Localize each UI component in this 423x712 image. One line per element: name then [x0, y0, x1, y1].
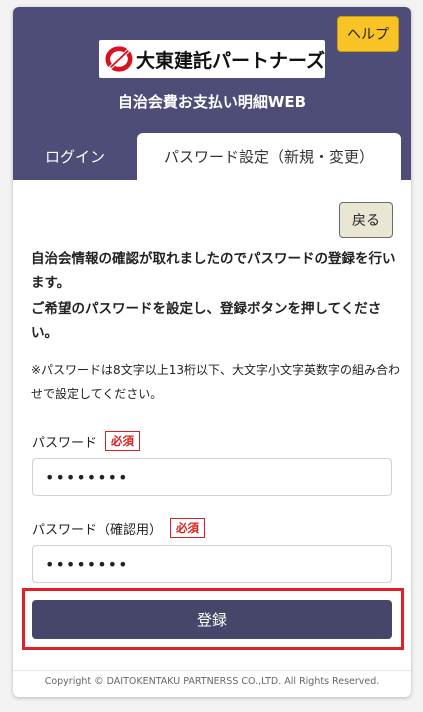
instruction-message-2: ご希望のパスワードを設定し、登録ボタンを押してください。	[31, 301, 382, 341]
tab-login[interactable]: ログイン	[13, 133, 137, 180]
password-confirm-label: パスワード（確認用） 必須	[32, 518, 206, 538]
password-label-text: パスワード	[32, 435, 98, 451]
password-confirm-input[interactable]: ••••••••	[32, 545, 392, 583]
password-input[interactable]: ••••••••	[32, 458, 392, 496]
header: ヘルプ 大東建託パートナーズ 自治会費お支払い明細WEB ログイン パスワード設…	[13, 7, 411, 180]
tab-password-setting[interactable]: パスワード設定（新規・変更）	[137, 133, 401, 180]
logo: 大東建託パートナーズ	[99, 40, 325, 78]
password-rule-note: ※パスワードは8文字以上13桁以下、大文字小文字英数字の組み合わせで設定してくだ…	[31, 363, 400, 401]
company-logo-icon	[105, 46, 133, 72]
logo-text: 大東建託パートナーズ	[135, 49, 325, 72]
help-button[interactable]: ヘルプ	[337, 16, 399, 52]
instruction-message: 自治会情報の確認が取れましたのでパスワードの登録を行います。	[31, 251, 396, 291]
back-button[interactable]: 戻る	[339, 202, 393, 238]
password-label: パスワード 必須	[32, 431, 141, 451]
site-title: 自治会費お支払い明細WEB	[117, 93, 307, 111]
main-card: ヘルプ 大東建託パートナーズ 自治会費お支払い明細WEB ログイン パスワード設…	[13, 7, 411, 697]
register-button[interactable]: 登録	[32, 600, 392, 639]
footer-divider	[13, 670, 411, 671]
copyright: Copyright © DAITOKENTAKU PARTNERSS CO.,L…	[44, 676, 380, 687]
required-badge: 必須	[105, 431, 141, 451]
password-confirm-label-text: パスワード（確認用）	[32, 522, 163, 538]
required-badge: 必須	[170, 518, 206, 538]
